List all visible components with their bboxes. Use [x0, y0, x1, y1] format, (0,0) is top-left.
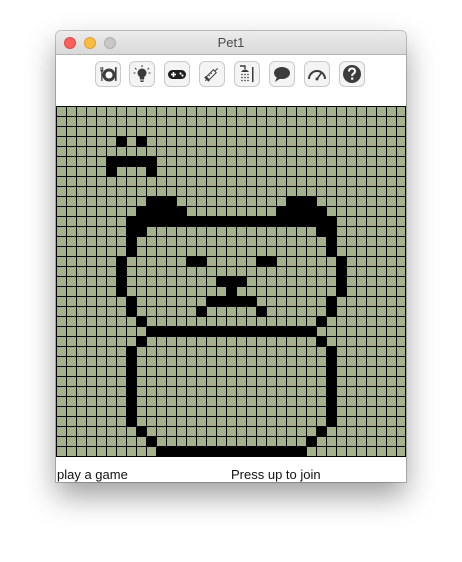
- question-icon: [343, 65, 361, 83]
- status-message: play a game: [57, 467, 128, 482]
- pet-pixel: [326, 356, 336, 366]
- pet-display: [56, 106, 406, 457]
- pet-pixel: [316, 426, 326, 436]
- pet-pixel: [326, 366, 336, 376]
- stats-button[interactable]: [304, 61, 330, 87]
- pet-pixel: [136, 206, 186, 216]
- pet-pixel: [336, 276, 346, 286]
- pet-pixel: [126, 296, 136, 306]
- gamepad-icon: [168, 70, 186, 79]
- gauge-icon: [308, 70, 326, 81]
- pet-pixel: [336, 266, 346, 276]
- speech-bubble-icon: [274, 67, 290, 82]
- medicine-button[interactable]: [199, 61, 225, 87]
- pet-pixel: [226, 286, 236, 296]
- pet-pixel: [156, 446, 306, 456]
- pet-pixel: [116, 286, 126, 296]
- app-window: Pet1 play a game Press up to join: [56, 31, 406, 482]
- pet-pixel-grid: [56, 106, 406, 457]
- pet-pixel: [326, 306, 336, 316]
- pet-pixel: [326, 236, 336, 246]
- pet-pixel: [326, 406, 336, 416]
- pet-pixel: [316, 336, 326, 346]
- window-title: Pet1: [217, 35, 245, 50]
- pet-pixel: [126, 306, 136, 316]
- pet-pixel: [326, 396, 336, 406]
- bath-button[interactable]: [234, 61, 260, 87]
- pet-pixel: [136, 336, 146, 346]
- pet-pixel: [216, 276, 246, 286]
- talk-button[interactable]: [269, 61, 295, 87]
- pet-pixel: [106, 156, 156, 166]
- light-button[interactable]: [129, 61, 155, 87]
- syringe-icon: [204, 67, 219, 82]
- pet-pixel: [146, 326, 316, 336]
- pet-pixel: [316, 316, 326, 326]
- pet-pixel: [126, 366, 136, 376]
- pet-pixel: [256, 306, 266, 316]
- pet-pixel: [136, 426, 146, 436]
- pet-pixel: [116, 256, 126, 266]
- pet-pixel: [146, 196, 176, 206]
- help-button[interactable]: [339, 61, 365, 87]
- pet-pixel: [326, 346, 336, 356]
- title-bar[interactable]: Pet1: [56, 31, 406, 55]
- pet-pixel: [146, 436, 156, 446]
- join-prompt: Press up to join: [231, 467, 321, 482]
- pet-pixel: [326, 416, 336, 426]
- pet-pixel: [116, 136, 126, 146]
- pet-pixel: [126, 396, 136, 406]
- pet-pixel: [326, 296, 336, 306]
- pet-pixel: [126, 386, 136, 396]
- pet-pixel: [126, 236, 136, 246]
- pet-pixel: [126, 216, 336, 226]
- pet-pixel: [326, 376, 336, 386]
- game-button[interactable]: [164, 61, 190, 87]
- status-bar: play a game Press up to join: [56, 457, 406, 482]
- pet-pixel: [326, 386, 336, 396]
- pet-pixel: [136, 136, 146, 146]
- pet-pixel: [126, 346, 136, 356]
- pet-pixel: [126, 356, 136, 366]
- pet-pixel: [136, 316, 146, 326]
- pet-pixel: [106, 166, 116, 176]
- fork-plate-icon: [100, 67, 117, 82]
- pet-pixel: [126, 406, 136, 416]
- pet-pixel: [276, 206, 326, 216]
- pet-pixel: [126, 246, 136, 256]
- feed-button[interactable]: [95, 61, 121, 87]
- lightbulb-icon: [133, 65, 151, 82]
- shower-icon: [240, 65, 254, 82]
- pet-pixel: [126, 376, 136, 386]
- pet-pixel: [326, 246, 336, 256]
- pet-pixel: [196, 306, 206, 316]
- pet-pixel: [336, 256, 346, 266]
- toolbar: [56, 55, 406, 105]
- pet-pixel: [306, 436, 316, 446]
- pet-pixel: [336, 286, 346, 296]
- pet-pixel: [206, 296, 256, 306]
- pet-pixel: [126, 416, 136, 426]
- pet-pixel: [116, 276, 126, 286]
- pet-pixel: [286, 196, 316, 206]
- pet-pixel: [116, 266, 126, 276]
- pet-pixel: [146, 166, 156, 176]
